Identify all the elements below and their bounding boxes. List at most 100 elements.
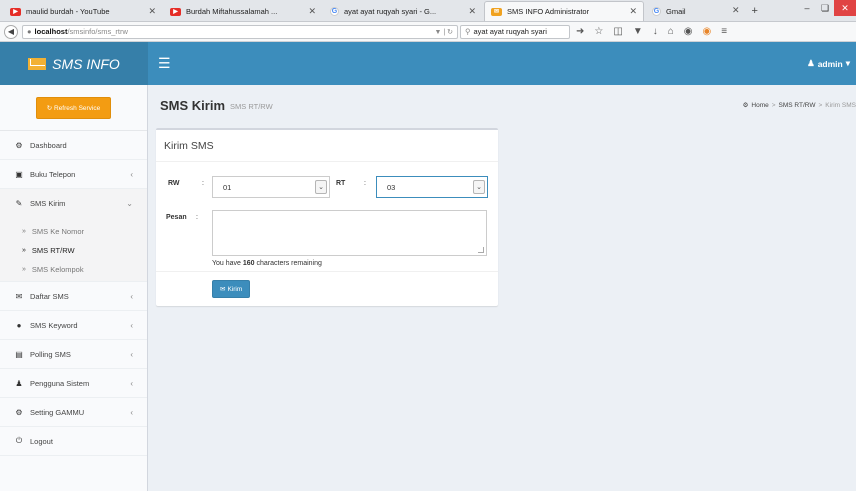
- url-bar[interactable]: ● localhost /smsinfo/sms_rtrw ▼ | ↻: [22, 24, 458, 39]
- user-icon: ♟: [15, 378, 23, 388]
- forward-icon[interactable]: ➜: [576, 26, 584, 37]
- browser-tab[interactable]: ▶ maulid burdah - YouTube ✕: [4, 2, 162, 21]
- dashboard-icon: ⚙: [742, 102, 749, 109]
- sidebar-item-logout[interactable]: ⏻ Logout: [0, 427, 147, 456]
- angle-double-right-icon: »: [22, 228, 26, 235]
- rt-value: 03: [387, 182, 396, 192]
- power-icon: ⏻: [15, 436, 23, 445]
- new-tab-icon[interactable]: +: [752, 5, 758, 17]
- sidebar-subitem-sms-rtrw[interactable]: » SMS RT/RW: [0, 241, 147, 260]
- sidebar-subitem-sms-ke-nomor[interactable]: » SMS Ke Nomor: [0, 222, 147, 241]
- box-title: Kirim SMS: [156, 130, 498, 162]
- close-tab-icon[interactable]: ✕: [148, 6, 156, 17]
- sidebar-item-buku-telepon[interactable]: ▣ Buku Telepon ‹: [0, 160, 147, 189]
- maximize-icon[interactable]: ❏: [816, 0, 834, 16]
- sidebar-submenu: » SMS Ke Nomor » SMS RT/RW » SMS Kelompo…: [0, 218, 147, 282]
- rw-label: RW: [168, 180, 180, 187]
- sidebar-subitem-label: SMS RT/RW: [31, 246, 75, 255]
- close-tab-icon[interactable]: ✕: [308, 6, 316, 17]
- sidebar-item-sms-keyword[interactable]: ● SMS Keyword ‹: [0, 311, 147, 340]
- sidebar-item-label: Setting GAMMU: [30, 407, 85, 417]
- sidebar-item-polling-sms[interactable]: ▤ Polling SMS ‹: [0, 340, 147, 369]
- resize-grip-icon[interactable]: [478, 247, 484, 253]
- home-icon[interactable]: ⌂: [668, 26, 674, 37]
- rw-select[interactable]: 01 ⌄: [212, 176, 330, 198]
- kirim-button[interactable]: ✉ Kirim: [212, 280, 251, 298]
- browser-toolbar: ➜ ☆ ◫ ▼ ↓ ⌂ ◉ ◉ ≡: [576, 26, 727, 37]
- bookmark-star-icon[interactable]: ☆: [594, 26, 603, 37]
- sidebar-menu: ⚙ Dashboard ▣ Buku Telepon ‹ ✎ SMS Kirim…: [0, 131, 147, 456]
- pocket-icon[interactable]: ▼: [633, 26, 643, 37]
- menu-icon[interactable]: ≡: [721, 26, 727, 37]
- sidebar-item-sms-kirim[interactable]: ✎ SMS Kirim ⌄: [0, 189, 147, 218]
- sidebar-subitem-label: SMS Ke Nomor: [31, 227, 85, 236]
- colon: :: [202, 180, 204, 187]
- sidebar-item-pengguna-sistem[interactable]: ♟ Pengguna Sistem ‹: [0, 369, 147, 398]
- search-icon: ⚲: [465, 27, 471, 36]
- minimize-icon[interactable]: –: [798, 0, 816, 16]
- colon: :: [196, 214, 198, 221]
- pesan-label: Pesan: [166, 214, 187, 221]
- pesan-textarea[interactable]: [212, 210, 487, 256]
- sidebar-subitem-sms-kelompok[interactable]: » SMS Kelompok: [0, 260, 147, 279]
- chevron-left-icon: ‹: [130, 320, 133, 330]
- reload-icon[interactable]: ▼ | ↻: [434, 28, 453, 36]
- sidebar-item-label: Logout: [30, 436, 53, 446]
- rw-value: 01: [223, 182, 232, 192]
- browser-search-input[interactable]: ⚲ ayat ayat ruqyah syari: [460, 24, 570, 39]
- refresh-wrapper: ↻ Refresh Service: [0, 85, 147, 131]
- download-icon[interactable]: ↓: [653, 26, 658, 37]
- reading-list-icon[interactable]: ◫: [613, 26, 622, 37]
- app-logo[interactable]: SMS INFO: [0, 42, 148, 85]
- close-tab-icon[interactable]: ✕: [732, 5, 740, 16]
- browser-tab[interactable]: G Gmail: [646, 2, 706, 21]
- addon-icon[interactable]: ◉: [703, 26, 712, 37]
- breadcrumb-item[interactable]: SMS RT/RW: [779, 102, 816, 109]
- sidebar-item-label: Dashboard: [30, 140, 67, 150]
- chevron-down-icon: ⌄: [473, 180, 485, 194]
- breadcrumb-current: Kirim SMS: [825, 101, 856, 109]
- close-tab-icon[interactable]: ✕: [468, 6, 476, 17]
- close-window-icon[interactable]: ✕: [834, 0, 856, 16]
- chevron-down-icon: ⌄: [126, 199, 133, 208]
- google-icon: G: [330, 7, 339, 16]
- tab-title: Burdah Miftahussalamah ...: [186, 7, 278, 16]
- browser-tab[interactable]: G ayat ayat ruqyah syari - G... ✕: [324, 2, 482, 21]
- angle-double-right-icon: »: [22, 266, 26, 273]
- sidebar-item-dashboard[interactable]: ⚙ Dashboard: [0, 131, 147, 160]
- youtube-icon: ▶: [10, 7, 21, 16]
- chat-icon[interactable]: ◉: [684, 26, 693, 37]
- rt-label: RT: [336, 180, 346, 187]
- sidebar-item-setting-gammu[interactable]: ⚙ Setting GAMMU ‹: [0, 398, 147, 427]
- browser-tab[interactable]: ▶ Burdah Miftahussalamah ... ✕: [164, 2, 322, 21]
- sidebar-item-label: Polling SMS: [30, 349, 71, 359]
- sidebar-item-label: SMS Kirim: [30, 199, 66, 208]
- sidebar-item-label: SMS Keyword: [30, 320, 78, 330]
- refresh-service-button[interactable]: ↻ Refresh Service: [35, 96, 112, 119]
- top-navbar: ☰ ♟ admin ▾: [148, 42, 856, 85]
- edit-icon: ✎: [15, 199, 23, 208]
- chevron-left-icon: ‹: [130, 349, 133, 359]
- tab-title: SMS INFO Administrator: [507, 7, 590, 16]
- chart-icon: ▤: [15, 349, 23, 359]
- chevron-left-icon: ‹: [130, 407, 133, 417]
- characters-remaining: You have 160 characters remaining: [212, 260, 322, 267]
- sidebar-item-label: Buku Telepon: [30, 169, 76, 179]
- user-icon: ♟: [807, 58, 815, 68]
- back-icon[interactable]: ◀: [4, 24, 18, 39]
- breadcrumb-home[interactable]: Home: [751, 102, 768, 109]
- search-text: ayat ayat ruqyah syari: [473, 27, 547, 36]
- sidebar-toggle-icon[interactable]: ☰: [158, 55, 171, 72]
- sidebar-item-daftar-sms[interactable]: ✉ Daftar SMS ‹: [0, 282, 147, 311]
- tab-title: maulid burdah - YouTube: [26, 7, 110, 16]
- rt-select[interactable]: 03 ⌄: [376, 176, 488, 198]
- sidebar: ↻ Refresh Service ⚙ Dashboard ▣ Buku Tel…: [0, 85, 148, 491]
- remaining-count: 160: [242, 260, 255, 267]
- chevron-left-icon: ‹: [130, 291, 133, 301]
- browser-tab-active[interactable]: ✉ SMS INFO Administrator ✕: [484, 1, 644, 21]
- close-tab-icon[interactable]: ✕: [629, 6, 637, 17]
- envelope-icon: ✉: [15, 291, 23, 301]
- url-path: /smsinfo/sms_rtrw: [67, 27, 128, 36]
- user-menu[interactable]: ♟ admin ▾: [807, 58, 850, 69]
- tab-title: Gmail: [666, 7, 686, 16]
